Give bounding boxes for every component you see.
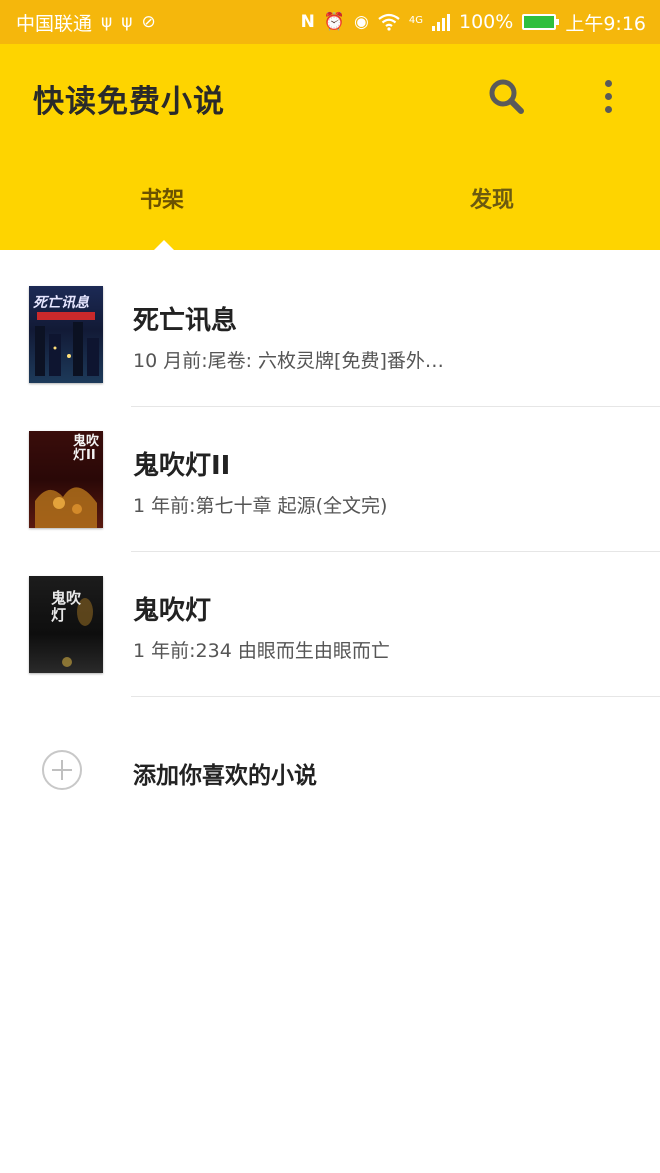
book-item[interactable]: 鬼吹灯 鬼吹灯 1 年前:234 由眼而生由眼而亡 — [0, 552, 660, 697]
tab-selected-indicator — [154, 240, 174, 250]
book-cover: 鬼吹灯II — [29, 431, 103, 528]
sync-icon: ⊘ — [141, 11, 156, 32]
book-latest-chapter: 1 年前:234 由眼而生由眼而亡 — [133, 640, 390, 662]
search-button[interactable] — [486, 76, 526, 116]
book-latest-chapter: 1 年前:第七十章 起源(全文完) — [133, 495, 388, 517]
network-type: 4G — [408, 14, 423, 26]
alarm-icon: ⏰ — [323, 11, 346, 32]
clock: 上午9:16 — [565, 12, 646, 35]
add-novel-label: 添加你喜欢的小说 — [133, 763, 317, 789]
wifi-icon — [378, 13, 400, 31]
book-cover: 鬼吹灯 — [29, 576, 103, 673]
tab-discover[interactable]: 发现 — [470, 182, 514, 214]
status-bar-right: N ⏰ ◉ 4G 100% 上午9:16 — [301, 9, 646, 36]
search-icon — [489, 79, 524, 114]
book-cover-title: 死亡讯息 — [33, 295, 89, 311]
add-novel-row[interactable]: 添加你喜欢的小说 — [0, 720, 660, 820]
more-vert-icon-dot — [604, 105, 612, 113]
add-circle-icon — [42, 750, 82, 790]
battery-percent: 100% — [459, 11, 514, 33]
battery-icon — [522, 14, 560, 30]
book-latest-chapter: 10 月前:尾卷: 六枚灵牌[免费]番外… — [133, 350, 444, 372]
usb-icon: ψ — [101, 11, 113, 32]
divider — [131, 696, 660, 697]
book-cover-title: 鬼吹灯 — [51, 589, 82, 624]
book-cover-title: 鬼吹灯II — [73, 434, 100, 463]
tab-bookshelf[interactable]: 书架 — [140, 182, 184, 214]
status-bar: 中国联通 ψ ψ ⊘ N ⏰ ◉ 4G 100% 上午9:16 — [0, 0, 660, 44]
book-title: 鬼吹灯 — [133, 596, 212, 626]
app-bar: 快读免费小说 书架 发现 — [0, 44, 660, 250]
usb-icon: ψ — [121, 11, 133, 32]
book-title: 死亡讯息 — [133, 306, 238, 336]
carrier-name: 中国联通 — [16, 12, 93, 35]
book-item[interactable]: 死亡讯息 死亡讯息 10 月前:尾卷: 六枚灵牌[免费]番外… — [0, 262, 660, 407]
more-vert-icon-dot — [604, 92, 612, 100]
book-cover: 死亡讯息 — [29, 286, 103, 383]
nfc-icon: N — [300, 11, 315, 32]
eye-icon: ◉ — [354, 11, 369, 32]
app-title: 快读免费小说 — [33, 84, 225, 120]
book-item[interactable]: 鬼吹灯II 鬼吹灯II 1 年前:第七十章 起源(全文完) — [0, 407, 660, 552]
more-options-button[interactable] — [596, 76, 620, 116]
book-title: 鬼吹灯II — [133, 451, 231, 481]
status-bar-left: 中国联通 ψ ψ ⊘ — [16, 9, 156, 36]
more-vert-icon — [604, 79, 612, 87]
signal-icon — [432, 13, 450, 31]
